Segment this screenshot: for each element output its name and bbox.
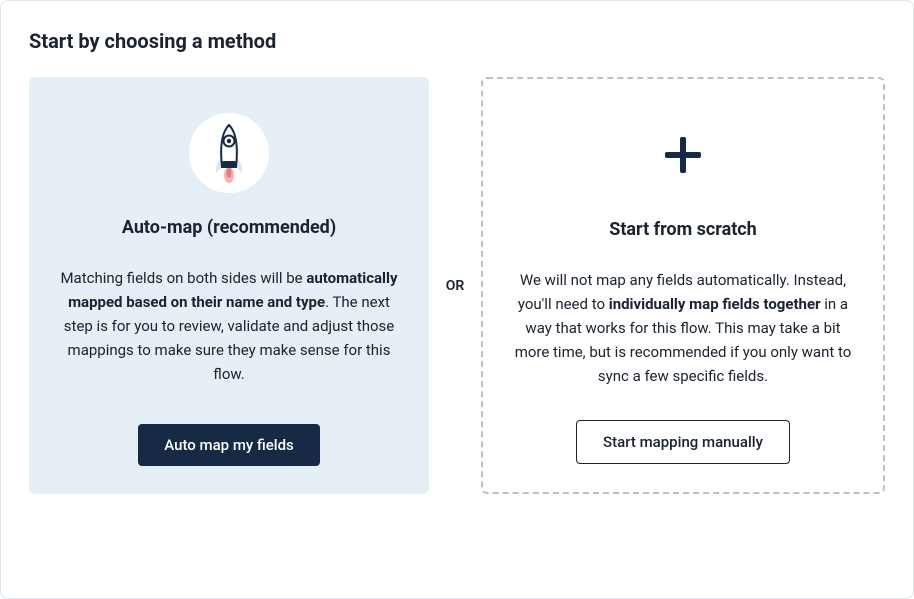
manual-title: Start from scratch — [609, 219, 757, 240]
rocket-icon-circle — [189, 113, 269, 193]
page-title: Start by choosing a method — [29, 29, 885, 53]
plus-icon — [663, 135, 703, 175]
auto-map-title: Auto-map (recommended) — [122, 217, 336, 238]
manual-description: We will not map any fields automatically… — [511, 268, 855, 388]
options-row: Auto-map (recommended) Matching fields o… — [29, 77, 885, 494]
manual-button[interactable]: Start mapping manually — [576, 420, 790, 464]
auto-map-description: Matching fields on both sides will be au… — [57, 266, 401, 392]
auto-map-desc-pre: Matching fields on both sides will be — [60, 269, 306, 287]
method-selection-panel: Start by choosing a method — [0, 0, 914, 599]
divider-or: OR — [429, 77, 481, 494]
rocket-icon-area — [189, 113, 269, 193]
auto-map-button[interactable]: Auto map my fields — [138, 424, 320, 466]
manual-desc-bold: individually map fields together — [609, 295, 821, 313]
manual-card: Start from scratch We will not map any f… — [481, 77, 885, 494]
plus-icon-area — [643, 115, 723, 195]
rocket-icon — [205, 121, 253, 185]
auto-map-card: Auto-map (recommended) Matching fields o… — [29, 77, 429, 494]
